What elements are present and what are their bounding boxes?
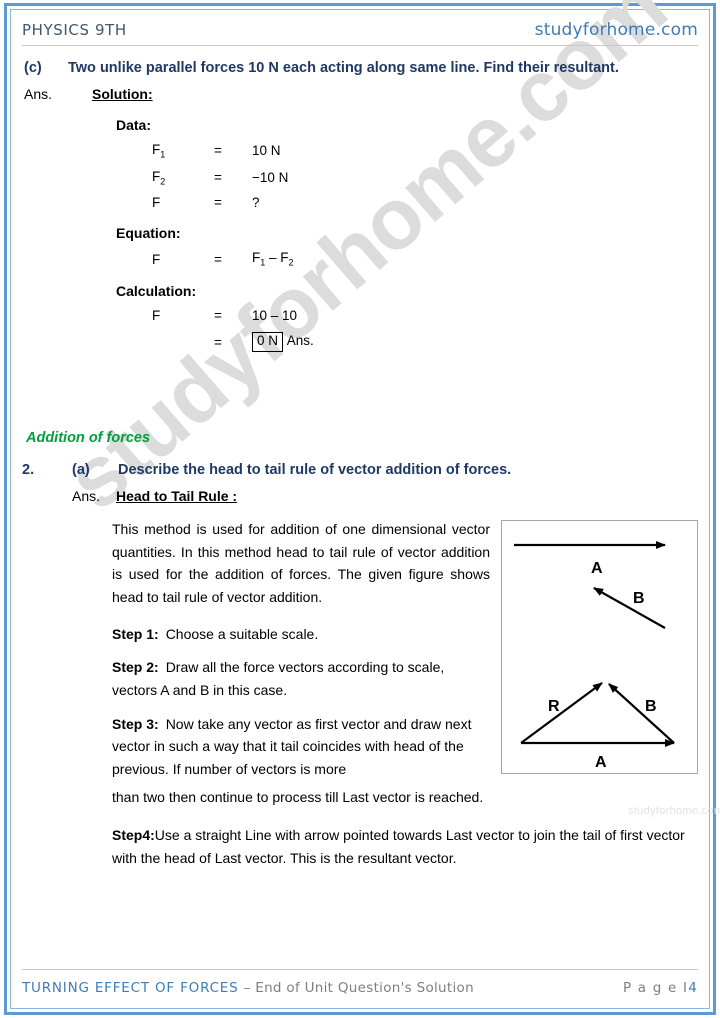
vector-b-arrow-top [593, 587, 666, 629]
data-value: ? [252, 195, 260, 211]
question-2-text: Describe the head to tail rule of vector… [118, 462, 512, 478]
calc-value: 10 – 10 [252, 308, 298, 324]
eq-operator: – F [265, 250, 289, 266]
vector-a-label-top: A [591, 560, 603, 577]
figure-canvas: A B A B R [514, 541, 675, 771]
footer-left: TURNING EFFECT OF FORCES – End of Unit Q… [22, 977, 474, 996]
step-text: Choose a suitable scale. [165, 625, 319, 642]
step-label: Step4: [112, 827, 155, 843]
step-item: Step 2: Draw all the force vectors accord… [112, 656, 490, 701]
header-divider [22, 45, 698, 46]
page-number: 4 [688, 980, 698, 996]
footer-page: P a g e I4 [623, 980, 698, 996]
page-header: PHYSICS 9TH studyforhome.com [22, 20, 698, 46]
answer-label: Ans. [24, 86, 53, 102]
data-row: F2 = −10 N [116, 169, 720, 187]
equation-heading: Equation: [116, 225, 181, 242]
step-text: Now take any vector as first vector and … [112, 715, 472, 778]
footer-subtitle: – End of Unit Question's Solution [243, 980, 474, 996]
question-2-part-label: (a) [72, 462, 90, 478]
equals-sign: = [214, 143, 222, 159]
question-c-line: (c) Two unlike parallel forces 10 N each… [0, 60, 720, 76]
equation-symbol: F [152, 251, 161, 267]
solution-block: Data: F1 = 10 N F2 = −10 N F = ? Equatio… [0, 117, 720, 352]
data-value: −10 N [252, 170, 289, 186]
page-footer: TURNING EFFECT OF FORCES – End of Unit Q… [22, 969, 698, 996]
vector-a-label-triangle: A [595, 754, 607, 771]
question-c-block: (c) Two unlike parallel forces 10 N each… [0, 52, 720, 352]
question-c-part-label: (c) [24, 60, 42, 76]
header-site: studyforhome.com [534, 20, 698, 40]
data-symbol: F1 [152, 142, 166, 160]
step-item: Step 1: Choose a suitable scale. [112, 623, 490, 646]
data-symbol: F [152, 195, 161, 211]
answer-heading: Head to Tail Rule : [116, 488, 238, 504]
vector-b-label-triangle: B [645, 698, 657, 715]
step-label: Step 2: [112, 659, 159, 676]
vector-b-arrow-triangle [608, 683, 675, 744]
data-row: F1 = 10 N [116, 142, 720, 160]
boxed-answer: 0 N [252, 332, 284, 352]
calculation-result-row: = 0 N Ans. [116, 332, 720, 352]
equals-sign: = [214, 251, 222, 267]
step-item: Step 3: Now take any vector as first vect… [112, 713, 490, 781]
vector-r-label-triangle: R [548, 698, 560, 715]
answer-suffix: Ans. [286, 333, 314, 349]
step-3-continuation: than two then continue to process till L… [112, 789, 484, 805]
step-text: Use a straight Line with arrow pointed t… [112, 827, 685, 866]
step-text: Draw all the force vectors according to … [112, 659, 445, 699]
equals-sign: = [214, 170, 222, 186]
question-c-answer-line: Ans. Solution: [0, 86, 720, 102]
data-value: 10 N [252, 143, 281, 159]
equals-sign: = [214, 334, 222, 350]
equals-sign: = [214, 308, 222, 324]
vector-b-label-top: B [633, 590, 645, 607]
question-c-text: Two unlike parallel forces 10 N each act… [68, 60, 619, 76]
answer-heading: Solution: [92, 86, 153, 102]
header-subject: PHYSICS 9TH [22, 21, 127, 39]
text-column: This method is used for addition of one … [112, 518, 490, 792]
data-subscript: 2 [160, 176, 166, 187]
data-heading: Data: [116, 117, 152, 133]
step-label: Step 3: [112, 715, 159, 732]
data-subscript: 1 [160, 149, 166, 160]
calculation-row: F = 10 – 10 [116, 308, 720, 323]
step-label: Step 1: [112, 625, 159, 642]
calc-result: 0 N Ans. [252, 332, 720, 352]
section-heading-addition-of-forces: Addition of forces [26, 430, 151, 446]
document-page: studyforhome.com studyforhome.com PHYSIC… [0, 0, 720, 1018]
question-2-answer-line: Ans. Head to Tail Rule : [0, 488, 720, 504]
data-row: F = ? [116, 195, 720, 210]
answer-label: Ans. [72, 488, 101, 504]
footer-divider [22, 969, 698, 970]
calc-symbol: F [152, 308, 161, 324]
vector-r-arrow-triangle [520, 682, 603, 744]
page-label: P a g e I [622, 980, 689, 996]
footer-unit-title: TURNING EFFECT OF FORCES [22, 980, 239, 996]
question-2-line: 2. (a) Describe the head to tail rule of… [0, 462, 720, 478]
data-symbol: F2 [152, 168, 166, 187]
intro-paragraph: This method is used for addition of one … [112, 521, 490, 606]
step-4-item: Step4:Use a straight Line with arrow poi… [112, 824, 688, 869]
eq-sub-2: 2 [288, 258, 294, 269]
question-2-block: 2. (a) Describe the head to tail rule of… [0, 462, 720, 504]
equals-sign: = [214, 195, 222, 211]
question-2-number: 2. [22, 462, 35, 478]
equation-value: F1 – F2 [252, 250, 720, 268]
eq-term-1: F [252, 250, 261, 266]
equation-row: F = F1 – F2 [116, 250, 720, 268]
calculation-heading: Calculation: [116, 283, 197, 300]
vector-addition-figure: A B A B R [501, 520, 698, 774]
